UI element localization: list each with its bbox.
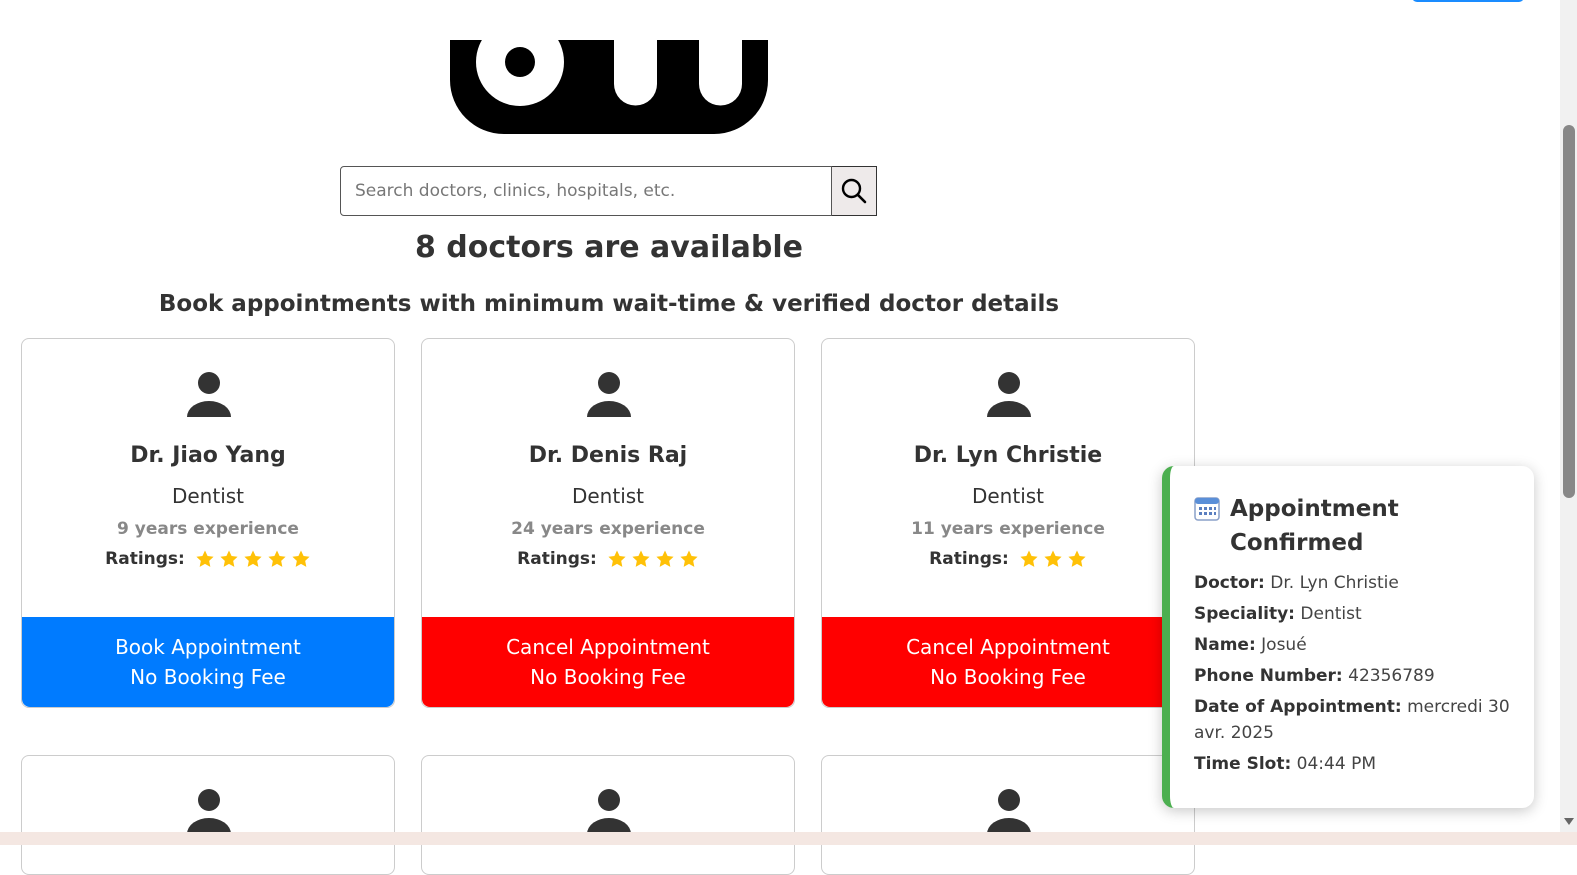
doctor-ratings: Ratings: [22, 549, 394, 569]
star-rating [1019, 549, 1087, 569]
field-label: Time Slot: [1194, 754, 1292, 774]
star-icon [1044, 550, 1062, 567]
field-value: Dentist [1300, 604, 1362, 624]
doctor-card: Dr. Jiao Yang Dentist 9 years experience… [21, 338, 395, 708]
appointment-confirmed-toast: Appointment Confirmed Doctor: Dr. Lyn Ch… [1162, 466, 1534, 808]
star-icon [196, 550, 214, 567]
star-icon [268, 550, 286, 567]
logo-icon [450, 40, 768, 134]
scrollbar-thumb[interactable] [1563, 125, 1575, 498]
star-icon [632, 550, 650, 567]
doctor-card [21, 755, 395, 875]
doctor-name: Dr. Denis Raj [528, 443, 688, 468]
doctor-experience: 9 years experience [117, 519, 299, 539]
page-subtitle: Book appointments with minimum wait-time… [158, 291, 1060, 317]
field-value: Josué [1261, 635, 1307, 655]
star-icon [244, 550, 262, 567]
star-icon [220, 550, 238, 567]
doctor-name: Dr. Lyn Christie [913, 443, 1103, 468]
user-icon [187, 789, 231, 834]
toast-date: Date of Appointment: mercredi 30 avr. 20… [1194, 694, 1512, 746]
top-nav-button[interactable] [1412, 0, 1524, 2]
vertical-scrollbar[interactable] [1560, 0, 1577, 832]
ratings-label: Ratings: [929, 549, 1009, 569]
search-icon [841, 178, 867, 204]
toast-doctor: Doctor: Dr. Lyn Christie [1194, 570, 1512, 596]
user-icon [587, 372, 631, 417]
doctor-ratings: Ratings: [822, 549, 1194, 569]
field-label: Phone Number: [1194, 666, 1343, 686]
user-icon [987, 372, 1031, 417]
field-value: Dr. Lyn Christie [1270, 573, 1399, 593]
action-label: Book Appointment [115, 635, 301, 659]
doctor-card: Dr. Lyn Christie Dentist 11 years experi… [821, 338, 1195, 708]
booking-fee-label: No Booking Fee [130, 665, 286, 689]
star-icon [1020, 550, 1038, 567]
field-label: Date of Appointment: [1194, 697, 1402, 717]
doctor-speciality: Dentist [171, 484, 245, 508]
doctor-ratings: Ratings: [422, 549, 794, 569]
field-label: Speciality: [1194, 604, 1295, 624]
star-icon [292, 550, 310, 567]
star-icon [1068, 550, 1086, 567]
field-value: 42356789 [1348, 666, 1435, 686]
star-icon [680, 550, 698, 567]
doctor-card [421, 755, 795, 875]
search-button[interactable] [832, 166, 877, 216]
action-label: Cancel Appointment [506, 635, 710, 659]
doctors-count-heading: 8 doctors are available [414, 230, 804, 265]
doctor-name: Dr. Jiao Yang [130, 443, 286, 468]
toast-title-text: Appointment Confirmed [1230, 496, 1399, 556]
user-icon [987, 789, 1031, 834]
doctor-speciality: Dentist [971, 484, 1045, 508]
booking-fee-label: No Booking Fee [530, 665, 686, 689]
doctor-experience: 24 years experience [511, 519, 705, 539]
booking-fee-label: No Booking Fee [930, 665, 1086, 689]
star-icon [656, 550, 674, 567]
action-label: Cancel Appointment [906, 635, 1110, 659]
toast-title: Appointment Confirmed [1194, 492, 1414, 560]
toast-phone: Phone Number: 42356789 [1194, 663, 1512, 689]
doctor-card: Dr. Denis Raj Dentist 24 years experienc… [421, 338, 795, 708]
book-appointment-button[interactable]: Book Appointment No Booking Fee [22, 617, 394, 707]
scroll-down-arrow-icon[interactable] [1564, 818, 1574, 825]
ratings-label: Ratings: [105, 549, 185, 569]
calendar-icon [1194, 497, 1220, 521]
search-bar [340, 166, 877, 216]
star-rating [195, 549, 311, 569]
user-icon [587, 789, 631, 834]
cancel-appointment-button[interactable]: Cancel Appointment No Booking Fee [422, 617, 794, 707]
toast-time-slot: Time Slot: 04:44 PM [1194, 751, 1512, 777]
taskbar [0, 832, 1577, 845]
field-label: Doctor: [1194, 573, 1265, 593]
doctor-card [821, 755, 1195, 875]
ratings-label: Ratings: [517, 549, 597, 569]
field-label: Name: [1194, 635, 1256, 655]
star-icon [608, 550, 626, 567]
toast-speciality: Speciality: Dentist [1194, 601, 1512, 627]
doctor-experience: 11 years experience [911, 519, 1105, 539]
toast-patient-name: Name: Josué [1194, 632, 1512, 658]
doctor-speciality: Dentist [571, 484, 645, 508]
field-value: 04:44 PM [1296, 754, 1376, 774]
star-rating [607, 549, 699, 569]
search-input[interactable] [340, 166, 832, 216]
user-icon [187, 372, 231, 417]
cancel-appointment-button[interactable]: Cancel Appointment No Booking Fee [822, 617, 1194, 707]
